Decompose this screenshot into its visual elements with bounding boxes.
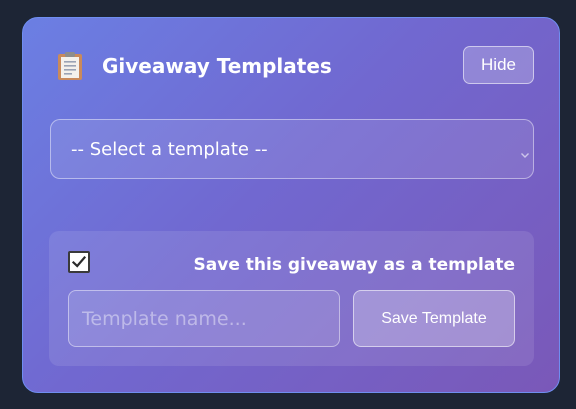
checkmark-icon — [71, 255, 87, 268]
save-template-checkbox[interactable] — [68, 251, 90, 273]
template-select[interactable]: -- Select a template -- — [50, 119, 534, 179]
template-select-value: -- Select a template -- — [71, 138, 268, 160]
save-template-label: Save this giveaway as a template — [193, 255, 515, 275]
panel-title: Giveaway Templates — [102, 54, 332, 78]
hide-button[interactable]: Hide — [463, 46, 534, 84]
save-template-section: Save this giveaway as a template Save Te… — [49, 231, 534, 366]
panel-header: Giveaway Templates Hide — [23, 18, 559, 114]
save-template-button[interactable]: Save Template — [353, 290, 515, 347]
clipboard-icon — [57, 51, 83, 81]
chevron-down-icon — [520, 144, 530, 158]
giveaway-templates-panel: Giveaway Templates Hide -- Select a temp… — [22, 17, 560, 393]
template-name-input[interactable] — [68, 290, 340, 347]
